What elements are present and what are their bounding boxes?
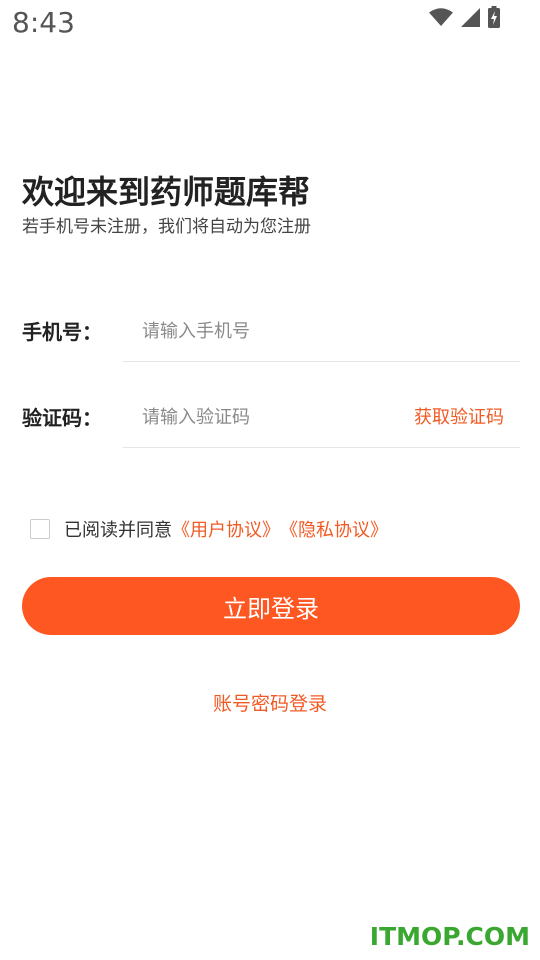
- agreement-row: 已阅读并同意 《用户协议》 《隐私协议》: [30, 514, 388, 544]
- wifi-icon: [429, 8, 453, 26]
- agreement-checkbox[interactable]: [30, 519, 50, 539]
- watermark-logo: ITMOP.COM: [369, 922, 530, 951]
- page-title: 欢迎来到药师题库帮: [22, 173, 311, 211]
- get-code-button[interactable]: 获取验证码: [414, 404, 504, 432]
- login-button[interactable]: 立即登录: [22, 577, 520, 635]
- status-icons: [429, 6, 500, 28]
- privacy-policy-link[interactable]: 《隐私协议》: [280, 516, 388, 542]
- status-bar: 8:43: [0, 0, 540, 46]
- status-time: 8:43: [12, 6, 75, 39]
- code-field-row: 验证码： 获取验证码: [22, 388, 520, 448]
- phone-field-row: 手机号：: [22, 302, 520, 362]
- code-label: 验证码：: [22, 406, 102, 430]
- agreement-text: 已阅读并同意: [64, 520, 172, 541]
- user-agreement-link[interactable]: 《用户协议》: [172, 516, 280, 542]
- phone-label: 手机号：: [22, 320, 102, 344]
- battery-charging-icon: [488, 6, 500, 28]
- page-subtitle: 若手机号未注册，我们将自动为您注册: [22, 217, 311, 237]
- cellular-signal-icon: [461, 7, 480, 27]
- account-password-login-link[interactable]: 账号密码登录: [0, 690, 540, 718]
- phone-input[interactable]: [123, 302, 520, 362]
